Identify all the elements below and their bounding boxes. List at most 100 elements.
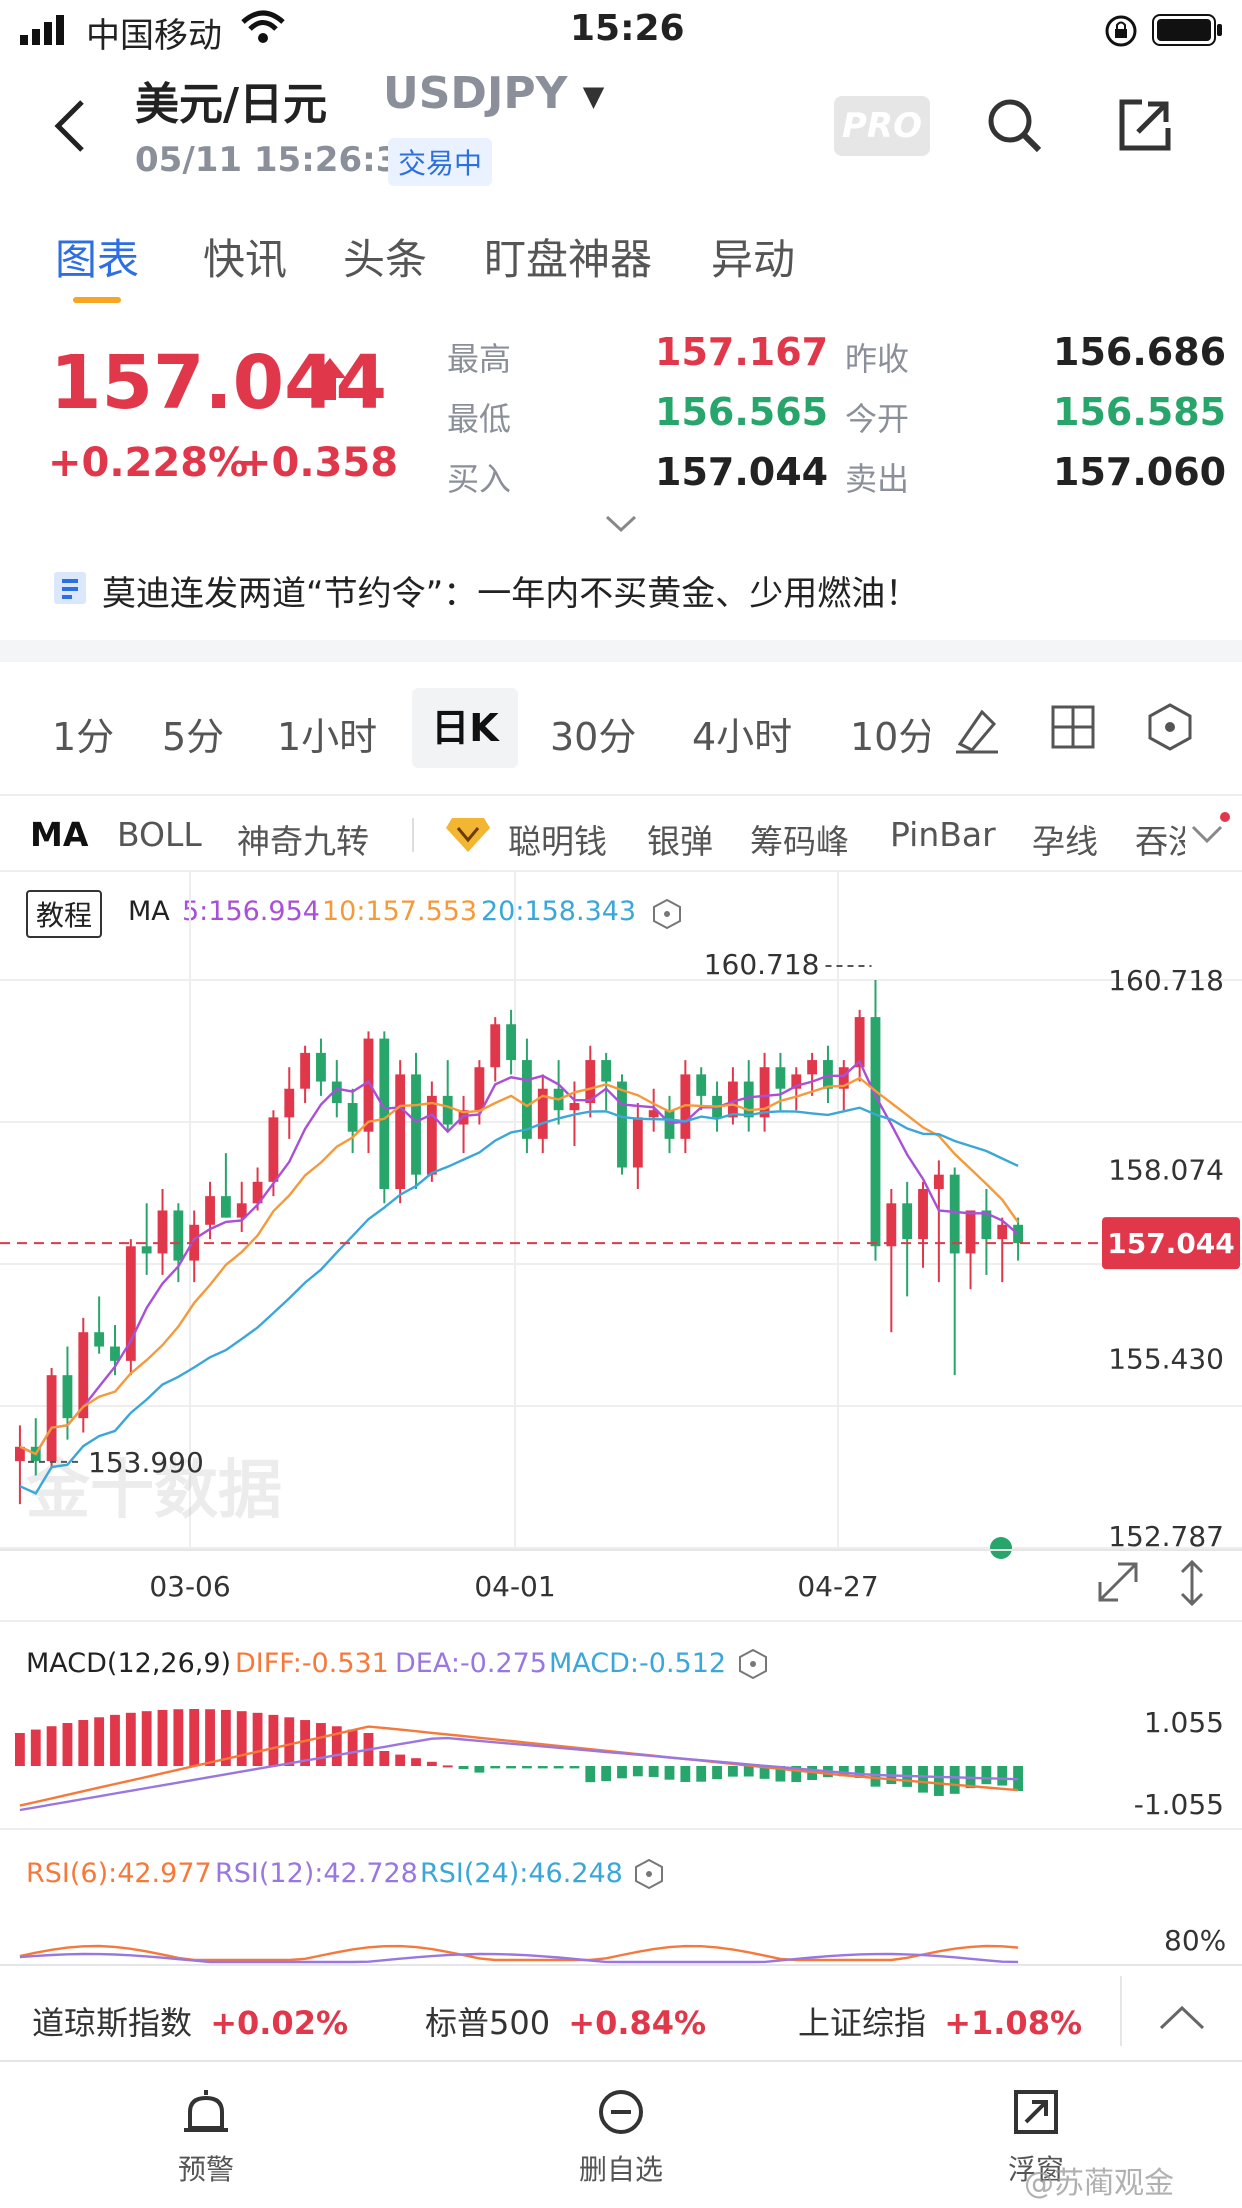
hexagon-settings-icon (739, 1648, 767, 1680)
tf-30m[interactable]: 30分 (550, 706, 636, 761)
candle-body (696, 1074, 707, 1096)
prev-close-label: 昨收 (845, 340, 910, 378)
ind-smart-money[interactable]: 聪明钱 (508, 815, 607, 863)
back-button[interactable] (50, 96, 90, 160)
pro-button[interactable]: PRO (834, 96, 930, 156)
ind-nine-turn[interactable]: 神奇九转 (237, 815, 369, 863)
macd-bar (680, 1766, 691, 1782)
chevron-up-icon (1159, 2005, 1205, 2030)
pencil-icon (956, 709, 998, 754)
tab-movers[interactable]: 异动 (711, 226, 795, 287)
macd-bar (522, 1766, 532, 1769)
macd-bar (617, 1766, 627, 1779)
ticker-dow[interactable]: 道琼斯指数 +0.02% (32, 1998, 348, 2044)
candle-body (490, 1024, 501, 1068)
ind-engulfing[interactable]: 吞没 (1135, 815, 1185, 863)
y-tick-label: 155.430 (1108, 1343, 1224, 1376)
macd-bar (870, 1766, 881, 1787)
tab-chart[interactable]: 图表 (55, 226, 139, 303)
macd-bar (743, 1766, 754, 1777)
candlestick-chart[interactable]: 金十数据160.718158.074155.430152.787160.7181… (0, 872, 1242, 1622)
ticker-sp500[interactable]: 标普500 +0.84% (425, 1998, 706, 2044)
tf-daily[interactable]: 日K (412, 688, 518, 768)
candle-body (617, 1081, 627, 1168)
tf-1h[interactable]: 1小时 (277, 706, 377, 761)
candle-body (426, 1095, 437, 1175)
layout-button[interactable] (1050, 704, 1096, 754)
candle-body (46, 1375, 57, 1462)
ind-ma[interactable]: MA (30, 815, 88, 854)
candle-body (997, 1224, 1008, 1240)
share-button[interactable] (1116, 96, 1174, 158)
tf-10m[interactable]: 10分 (850, 706, 930, 761)
ticker-change: +0.02% (210, 2004, 349, 2042)
macd-bar (727, 1766, 738, 1777)
ticker-shanghai[interactable]: 上证综指 +1.08% (798, 1998, 1082, 2044)
macd-bar (125, 1712, 136, 1766)
candle-body (141, 1246, 152, 1254)
search-button[interactable] (985, 96, 1043, 158)
low-label: 最低 (447, 400, 512, 438)
tab-headlines[interactable]: 头条 (343, 226, 427, 287)
prev-close-value: 156.686 (1053, 330, 1227, 374)
rsi12-value: RSI(12):42.728 (215, 1858, 418, 1889)
candle-body (965, 1210, 976, 1254)
macd-dea-line (19, 1736, 1019, 1812)
candle-body (379, 1038, 390, 1189)
indicator-menu-button[interactable] (1190, 822, 1224, 852)
tab-monitor[interactable]: 盯盘神器 (484, 226, 652, 287)
rsi24-value: RSI(24):46.248 (420, 1858, 623, 1889)
caret-down-icon: ▼ (582, 79, 605, 113)
macd-bar (601, 1766, 612, 1782)
fullscreen-icon[interactable] (1098, 1562, 1138, 1602)
tf-4h[interactable]: 4小时 (692, 706, 792, 761)
expand-ticker-button[interactable] (1158, 2004, 1206, 2036)
quote-time: 05/11 15:26:34 (135, 140, 424, 180)
ind-boll[interactable]: BOLL (117, 815, 202, 854)
ticker-name: 上证综指 (798, 2004, 927, 2042)
tf-1m[interactable]: 1分 (52, 706, 114, 761)
macd-bar (712, 1766, 722, 1780)
tab-flash-news[interactable]: 快讯 (203, 226, 287, 287)
ma5-line (19, 1059, 1019, 1456)
macd-bar (157, 1709, 168, 1766)
vertical-scale-icon[interactable] (1180, 1559, 1204, 1607)
divider (0, 1620, 1242, 1622)
candle-body (807, 1060, 818, 1075)
macd-bar (933, 1766, 944, 1796)
macd-bar (236, 1711, 247, 1766)
change-value: +0.358 (238, 440, 399, 486)
macd-bar (537, 1766, 548, 1769)
symbol-selector[interactable]: USDJPY ▼ (383, 68, 604, 119)
tf-5m[interactable]: 5分 (162, 706, 224, 761)
candle-body (474, 1067, 485, 1111)
macd-chart: 1.055 -1.055 (15, 1706, 1224, 1821)
nav-remove-watchlist[interactable]: 删自选 (561, 2088, 681, 2188)
candle-body (775, 1067, 786, 1089)
chart-settings-button[interactable] (1146, 702, 1194, 756)
draw-tool-button[interactable] (952, 704, 1002, 758)
macd-settings-button[interactable] (738, 1648, 768, 1684)
ind-pinbar[interactable]: PinBar (890, 815, 996, 854)
macd-bar (173, 1709, 184, 1766)
live-dot (990, 1537, 1012, 1559)
candle-body (173, 1210, 184, 1261)
rsi-settings-button[interactable] (634, 1858, 664, 1894)
macd-bottom-label: -1.055 (1134, 1788, 1224, 1821)
candle-body (601, 1060, 612, 1082)
ind-silver-bullet[interactable]: 银弹 (647, 815, 713, 863)
candle-body (125, 1246, 136, 1361)
candle-body (268, 1117, 279, 1182)
macd-title: MACD(12,26,9) (26, 1648, 232, 1679)
nav-alert[interactable]: 预警 (146, 2088, 266, 2188)
news-headline[interactable]: 莫迪连发两道“节约令”：一年内不买黄金、少用燃油！ (102, 566, 919, 615)
ind-harami[interactable]: 孕线 (1032, 815, 1098, 863)
symbol-label: USDJPY (383, 68, 568, 119)
ind-chip-peak[interactable]: 筹码峰 (750, 815, 849, 863)
low-marker-label: 153.990 (88, 1446, 204, 1479)
active-tab-indicator (73, 297, 121, 303)
macd-bar (15, 1733, 25, 1766)
expand-quote-button[interactable] (604, 514, 638, 538)
candle-body (854, 1017, 865, 1068)
candle-body (411, 1074, 421, 1175)
